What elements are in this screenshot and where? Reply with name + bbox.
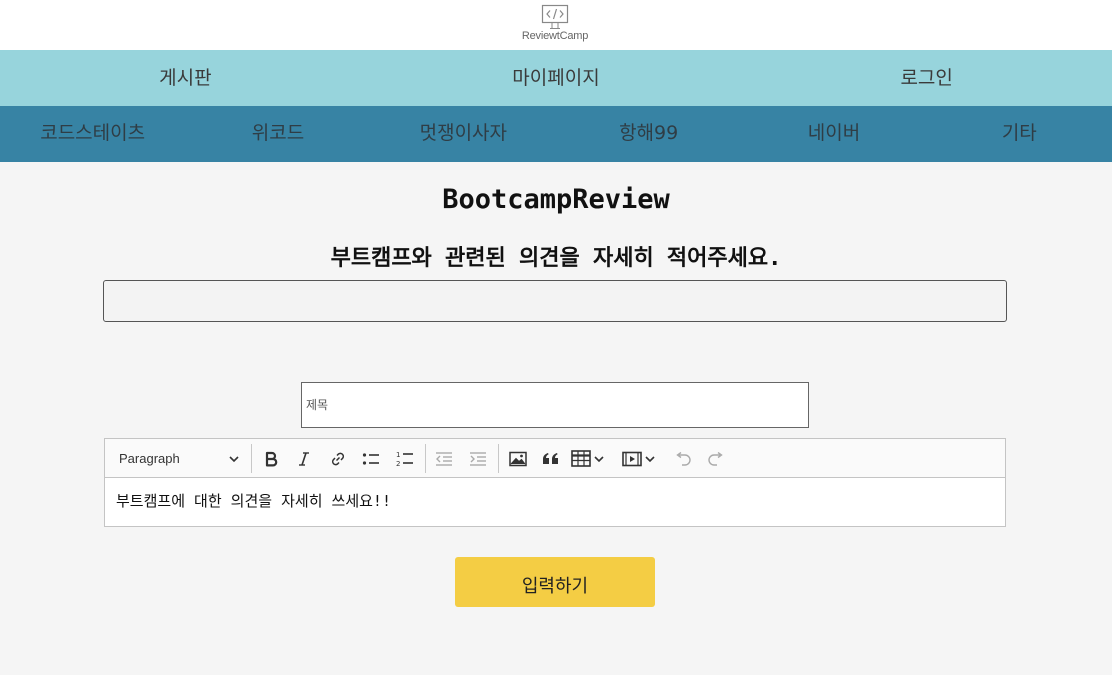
indent-button[interactable] [465,445,491,472]
toolbar-divider [425,444,426,473]
insert-image-button[interactable] [505,445,531,472]
chevron-down-icon [229,455,239,462]
quote-icon [543,452,558,464]
insert-table-button[interactable] [571,445,611,472]
image-icon [509,451,527,466]
page-subtitle: 부트캠프와 관련된 의견을 자세히 적어주세요. [330,246,782,271]
indent-icon [470,451,486,466]
numbered-list-icon: 12 [396,451,413,468]
bootcamp-nav: 코드스테이츠 위코드 멋쟁이사자 항해99 네이버 기타 [0,106,1112,162]
svg-text:1: 1 [396,451,400,459]
bootcamp-nav-item[interactable]: 항해99 [556,106,741,162]
top-bar: ReviewtCamp [0,0,1112,50]
editor-content[interactable]: 부트캠프에 대한 의견을 자세히 쓰세요!! [105,478,1005,523]
logo[interactable]: ReviewtCamp [517,4,593,48]
bootcamp-nav-item[interactable]: 네이버 [741,106,926,162]
chevron-down-icon [645,455,655,462]
insert-media-button[interactable] [622,445,662,472]
bootcamp-nav-item[interactable]: 멋쟁이사자 [371,106,556,162]
heading-dropdown-value: Paragraph [119,451,180,466]
toolbar-divider [498,444,499,473]
logo-text: ReviewtCamp [521,30,589,42]
title-input[interactable] [301,382,809,428]
nav-item-mypage[interactable]: 마이페이지 [371,50,742,106]
table-icon [571,450,591,467]
redo-button[interactable] [703,445,729,472]
undo-button[interactable] [670,445,696,472]
bootcamp-nav-item[interactable]: 코드스테이츠 [0,106,185,162]
editor-toolbar: Paragraph 12 [105,439,1005,478]
bootcamp-nav-item[interactable]: 기타 [927,106,1112,162]
numbered-list-button[interactable]: 12 [392,445,418,472]
bold-button[interactable] [258,445,284,472]
submit-button[interactable]: 입력하기 [455,557,655,607]
bootcamp-input[interactable] [103,280,1007,322]
redo-icon [708,451,723,466]
outdent-button[interactable] [431,445,457,472]
undo-icon [676,451,691,466]
main-nav: 게시판 마이페이지 로그인 [0,50,1112,106]
bulleted-list-icon [362,452,379,465]
nav-item-board[interactable]: 게시판 [0,50,371,106]
media-icon [622,451,642,466]
page-title: BootcampReview [442,184,670,215]
link-icon [331,452,345,465]
svg-text:2: 2 [396,460,400,468]
main-content: BootcampReview 부트캠프와 관련된 의견을 자세히 적어주세요. … [0,162,1112,675]
heading-dropdown[interactable]: Paragraph [111,445,245,472]
rich-text-editor: Paragraph 12 부트캠프에 대한 의견을 자세히 쓰세요!! [104,438,1006,527]
bold-icon [265,451,278,466]
code-brackets-icon [541,4,569,29]
bulleted-list-button[interactable] [358,445,384,472]
chevron-down-icon [594,455,604,462]
nav-item-login[interactable]: 로그인 [741,50,1112,106]
toolbar-divider [251,444,252,473]
link-button[interactable] [325,445,351,472]
bootcamp-nav-item[interactable]: 위코드 [185,106,370,162]
italic-button[interactable] [291,445,317,472]
outdent-icon [436,451,452,466]
italic-icon [299,451,309,466]
block-quote-button[interactable] [538,445,564,472]
